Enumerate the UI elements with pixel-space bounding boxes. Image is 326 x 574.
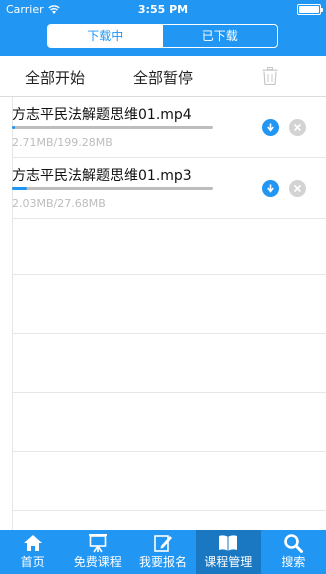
download-toolbar: 全部开始 全部暂停 bbox=[0, 56, 326, 97]
row-divider bbox=[13, 218, 326, 219]
row-divider bbox=[13, 451, 326, 452]
pause-all-button[interactable]: 全部暂停 bbox=[133, 67, 193, 88]
delete-button[interactable] bbox=[289, 180, 306, 197]
row-divider bbox=[13, 510, 326, 511]
list-item: 方志平民法解题思维01.mp4 2.71MB/199.28MB bbox=[12, 97, 326, 157]
file-size: 2.71MB/199.28MB bbox=[12, 136, 113, 149]
tab-label: 首页 bbox=[20, 555, 45, 569]
tab-home[interactable]: 首页 bbox=[0, 530, 65, 574]
file-title: 方志平民法解题思维01.mp3 bbox=[12, 168, 192, 184]
search-icon bbox=[284, 534, 304, 553]
tab-label: 课程管理 bbox=[204, 555, 253, 569]
file-title: 方志平民法解题思维01.mp4 bbox=[12, 107, 192, 123]
download-arrow-icon bbox=[267, 123, 274, 132]
status-bar: Carrier 3:55 PM bbox=[0, 0, 326, 20]
tab-free-courses[interactable]: 免费课程 bbox=[65, 530, 130, 574]
tab-label: 免费课程 bbox=[73, 555, 122, 569]
close-icon bbox=[293, 123, 302, 132]
download-segment-control: 下载中 已下载 bbox=[47, 24, 278, 48]
tab-enroll[interactable]: 我要报名 bbox=[130, 530, 195, 574]
progress-bar bbox=[12, 187, 213, 190]
download-button[interactable] bbox=[262, 119, 279, 136]
tab-downloaded[interactable]: 已下载 bbox=[163, 25, 278, 47]
tab-downloading[interactable]: 下载中 bbox=[48, 25, 163, 47]
progress-bar bbox=[12, 126, 213, 129]
tab-course-management[interactable]: 课程管理 bbox=[195, 530, 261, 574]
row-divider bbox=[13, 392, 326, 393]
header-bar: Carrier 3:55 PM 下载中 已下载 bbox=[0, 0, 326, 56]
list-item: 方志平民法解题思维01.mp3 2.03MB/27.68MB bbox=[12, 158, 326, 218]
delete-button[interactable] bbox=[289, 119, 306, 136]
tab-label: 搜索 bbox=[281, 555, 306, 569]
presentation-icon bbox=[88, 534, 107, 553]
download-list: 方志平民法解题思维01.mp4 2.71MB/199.28MB 方志平民法解题思… bbox=[12, 97, 326, 530]
edit-icon bbox=[154, 535, 172, 552]
bottom-tab-bar: 首页 免费课程 我要报名 课程管理 搜索 bbox=[0, 530, 326, 574]
home-icon bbox=[23, 535, 42, 551]
download-button[interactable] bbox=[262, 180, 279, 197]
progress-fill bbox=[12, 126, 15, 129]
trash-icon[interactable] bbox=[262, 67, 278, 85]
status-time: 3:55 PM bbox=[137, 3, 189, 16]
close-icon bbox=[293, 184, 302, 193]
tab-search[interactable]: 搜索 bbox=[261, 530, 326, 574]
start-all-button[interactable]: 全部开始 bbox=[25, 67, 85, 88]
tab-label: 我要报名 bbox=[139, 555, 188, 569]
battery-icon bbox=[297, 4, 323, 15]
file-size: 2.03MB/27.68MB bbox=[12, 197, 106, 210]
row-divider bbox=[13, 333, 326, 334]
progress-fill bbox=[12, 187, 27, 190]
row-divider bbox=[13, 274, 326, 275]
download-arrow-icon bbox=[267, 184, 274, 193]
book-icon bbox=[219, 535, 238, 551]
